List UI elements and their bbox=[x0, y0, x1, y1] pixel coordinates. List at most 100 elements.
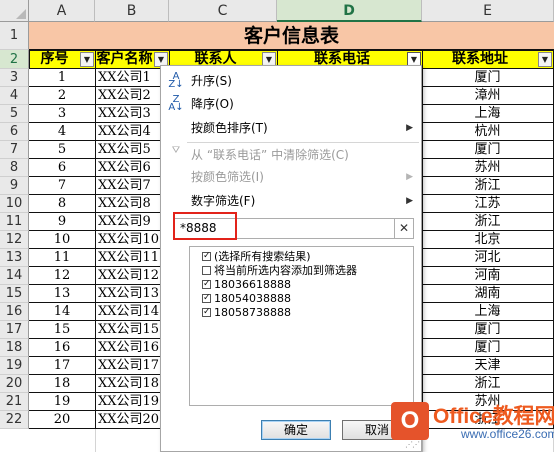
row-header[interactable]: 19 bbox=[0, 357, 29, 375]
row-header[interactable]: 5 bbox=[0, 105, 29, 123]
table-cell-name[interactable]: XX公司20 bbox=[95, 411, 170, 429]
row-header[interactable]: 12 bbox=[0, 231, 29, 249]
table-cell-seq[interactable]: 3 bbox=[29, 105, 96, 123]
checkbox[interactable]: ✓ bbox=[202, 280, 211, 289]
table-cell-seq[interactable]: 14 bbox=[29, 303, 96, 321]
row-header[interactable]: 1 bbox=[0, 22, 29, 50]
table-cell-seq[interactable]: 13 bbox=[29, 285, 96, 303]
table-cell-seq[interactable]: 6 bbox=[29, 159, 96, 177]
table-cell-seq[interactable]: 20 bbox=[29, 411, 96, 429]
row-header[interactable]: 11 bbox=[0, 213, 29, 231]
table-cell-seq[interactable]: 7 bbox=[29, 177, 96, 195]
row-header[interactable]: 21 bbox=[0, 393, 29, 411]
row-header[interactable]: 4 bbox=[0, 87, 29, 105]
table-cell-address[interactable]: 湖南 bbox=[422, 285, 554, 303]
table-cell-name[interactable]: XX公司16 bbox=[95, 339, 170, 357]
table-cell-name[interactable]: XX公司14 bbox=[95, 303, 170, 321]
row-header[interactable]: 3 bbox=[0, 69, 29, 87]
row-header[interactable]: 10 bbox=[0, 195, 29, 213]
table-cell-name[interactable]: XX公司12 bbox=[95, 267, 170, 285]
column-header-a[interactable]: A bbox=[29, 0, 95, 22]
table-cell-address[interactable]: 浙江 bbox=[422, 177, 554, 195]
table-cell-name[interactable]: XX公司13 bbox=[95, 285, 170, 303]
row-header[interactable]: 15 bbox=[0, 285, 29, 303]
table-cell-address[interactable]: 厦门 bbox=[422, 69, 554, 87]
column-header-d[interactable]: D bbox=[277, 0, 422, 22]
table-cell-name[interactable]: XX公司15 bbox=[95, 321, 170, 339]
table-cell-seq[interactable]: 5 bbox=[29, 141, 96, 159]
row-header[interactable]: 17 bbox=[0, 321, 29, 339]
table-cell-address[interactable]: 江苏 bbox=[422, 195, 554, 213]
table-cell-name[interactable]: XX公司4 bbox=[95, 123, 170, 141]
row-header[interactable]: 20 bbox=[0, 375, 29, 393]
row-header[interactable]: 9 bbox=[0, 177, 29, 195]
table-cell-name[interactable]: XX公司2 bbox=[95, 87, 170, 105]
table-cell-name[interactable]: XX公司19 bbox=[95, 393, 170, 411]
menu-item-sort-by-color[interactable]: 按颜色排序(T) ▶ bbox=[161, 117, 421, 139]
table-cell-address[interactable]: 河北 bbox=[422, 249, 554, 267]
row-header[interactable]: 22 bbox=[0, 411, 29, 429]
table-cell-address[interactable]: 浙江 bbox=[422, 213, 554, 231]
table-cell-name[interactable]: XX公司18 bbox=[95, 375, 170, 393]
row-header[interactable]: 2 bbox=[0, 50, 29, 69]
menu-item-number-filter[interactable]: 数字筛选(F) ▶ bbox=[161, 190, 421, 212]
table-cell-address[interactable]: 苏州 bbox=[422, 159, 554, 177]
select-all-corner[interactable] bbox=[0, 0, 29, 22]
table-cell-name[interactable]: XX公司3 bbox=[95, 105, 170, 123]
row-header[interactable]: 14 bbox=[0, 267, 29, 285]
table-cell-address[interactable]: 北京 bbox=[422, 231, 554, 249]
table-cell-name[interactable]: XX公司17 bbox=[95, 357, 170, 375]
row-header[interactable]: 6 bbox=[0, 123, 29, 141]
column-header-e[interactable]: E bbox=[422, 0, 554, 22]
checkbox[interactable]: ✓ bbox=[202, 294, 211, 303]
table-cell-address[interactable]: 上海 bbox=[422, 303, 554, 321]
table-cell-address[interactable]: 杭州 bbox=[422, 123, 554, 141]
checkbox[interactable] bbox=[202, 266, 211, 275]
table-cell-address[interactable]: 厦门 bbox=[422, 339, 554, 357]
table-cell-seq[interactable]: 12 bbox=[29, 267, 96, 285]
table-cell-seq[interactable]: 19 bbox=[29, 393, 96, 411]
table-cell-seq[interactable]: 8 bbox=[29, 195, 96, 213]
table-cell-address[interactable]: 厦门 bbox=[422, 321, 554, 339]
checkbox[interactable]: ✓ bbox=[202, 308, 211, 317]
table-cell-name[interactable]: XX公司1 bbox=[95, 69, 170, 87]
table-cell-seq[interactable]: 18 bbox=[29, 375, 96, 393]
table-cell-seq[interactable]: 4 bbox=[29, 123, 96, 141]
sheet-title: 客户信息表 bbox=[29, 22, 554, 50]
filter-dropdown-button[interactable]: ▼ bbox=[80, 52, 94, 67]
filter-dropdown-button[interactable]: ▼ bbox=[538, 52, 552, 67]
row-header[interactable]: 18 bbox=[0, 339, 29, 357]
table-cell-seq[interactable]: 9 bbox=[29, 213, 96, 231]
table-cell-name[interactable]: XX公司10 bbox=[95, 231, 170, 249]
table-cell-address[interactable]: 厦门 bbox=[422, 141, 554, 159]
table-cell-name[interactable]: XX公司9 bbox=[95, 213, 170, 231]
menu-item-sort-descending[interactable]: Z A↓ 降序(O) bbox=[161, 93, 421, 115]
table-cell-seq[interactable]: 11 bbox=[29, 249, 96, 267]
close-icon[interactable]: ✕ bbox=[394, 219, 413, 238]
column-header-b[interactable]: B bbox=[95, 0, 169, 22]
table-cell-seq[interactable]: 10 bbox=[29, 231, 96, 249]
table-cell-address[interactable]: 河南 bbox=[422, 267, 554, 285]
table-cell-address[interactable]: 天津 bbox=[422, 357, 554, 375]
table-cell-seq[interactable]: 16 bbox=[29, 339, 96, 357]
row-header[interactable]: 8 bbox=[0, 159, 29, 177]
table-cell-seq[interactable]: 2 bbox=[29, 87, 96, 105]
table-cell-seq[interactable]: 1 bbox=[29, 69, 96, 87]
row-header[interactable]: 7 bbox=[0, 141, 29, 159]
table-cell-name[interactable]: XX公司8 bbox=[95, 195, 170, 213]
table-cell-address[interactable]: 上海 bbox=[422, 105, 554, 123]
table-cell-seq[interactable]: 15 bbox=[29, 321, 96, 339]
table-cell-address[interactable]: 浙江 bbox=[422, 375, 554, 393]
row-header[interactable]: 16 bbox=[0, 303, 29, 321]
table-cell-name[interactable]: XX公司7 bbox=[95, 177, 170, 195]
table-cell-name[interactable]: XX公司11 bbox=[95, 249, 170, 267]
row-header[interactable]: 13 bbox=[0, 249, 29, 267]
table-cell-name[interactable]: XX公司6 bbox=[95, 159, 170, 177]
table-cell-seq[interactable]: 17 bbox=[29, 357, 96, 375]
table-cell-name[interactable]: XX公司5 bbox=[95, 141, 170, 159]
column-header-c[interactable]: C bbox=[169, 0, 277, 22]
menu-item-sort-ascending[interactable]: A Z↓ 升序(S) bbox=[161, 70, 421, 92]
table-cell-address[interactable]: 漳州 bbox=[422, 87, 554, 105]
ok-button[interactable]: 确定 bbox=[261, 420, 331, 440]
checkbox[interactable]: ✓ bbox=[202, 252, 211, 261]
